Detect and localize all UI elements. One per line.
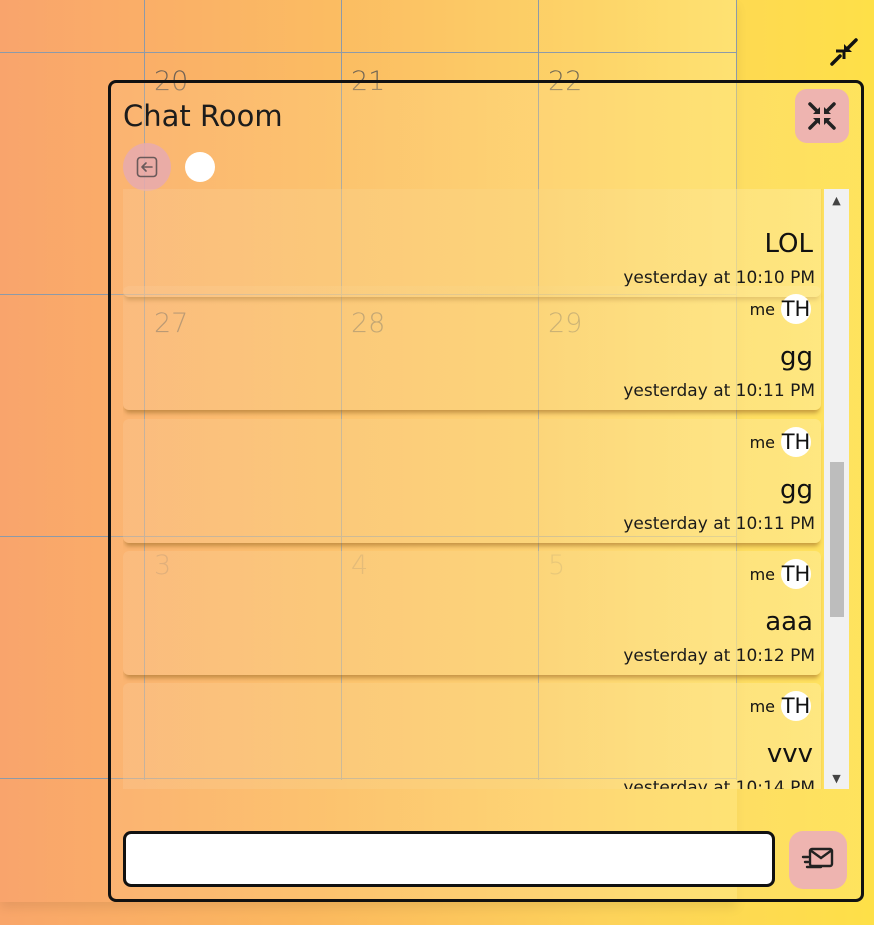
message-text: aaa xyxy=(765,607,813,637)
message-sender: me TH xyxy=(750,559,811,589)
chat-panel: Chat Room LOL yesterday at 10:10 PM me T… xyxy=(108,80,864,902)
message-list[interactable]: LOL yesterday at 10:10 PM me TH gg yeste… xyxy=(123,189,833,789)
message-input[interactable] xyxy=(123,831,775,887)
message-sender: me TH xyxy=(750,427,811,457)
message-item: me TH gg yesterday at 10:11 PM xyxy=(123,419,821,543)
collapse-button[interactable] xyxy=(826,34,862,70)
sender-name: me xyxy=(749,564,775,584)
message-sender: me TH xyxy=(750,294,811,324)
scroll-up-arrow-icon[interactable]: ▲ xyxy=(824,189,849,211)
message-time: yesterday at 10:11 PM xyxy=(623,381,815,401)
message-text: LOL xyxy=(764,229,813,259)
avatar: TH xyxy=(781,691,811,721)
message-sender: me TH xyxy=(750,691,811,721)
minimize-chat-button[interactable] xyxy=(795,89,849,143)
collapse-icon xyxy=(830,38,858,66)
message-time: yesterday at 10:14 PM xyxy=(623,778,815,789)
back-button[interactable] xyxy=(123,143,171,191)
scroll-thumb[interactable] xyxy=(830,462,844,617)
send-mail-icon xyxy=(801,847,834,869)
message-text: vvv xyxy=(766,739,813,769)
message-time: yesterday at 10:10 PM xyxy=(623,268,815,288)
avatar: TH xyxy=(781,427,811,457)
send-button[interactable] xyxy=(789,831,847,889)
chat-title: Chat Room xyxy=(123,99,283,133)
sender-name: me xyxy=(749,696,775,716)
message-item: LOL yesterday at 10:10 PM xyxy=(123,189,821,297)
grid-line xyxy=(0,52,737,53)
message-text: gg xyxy=(779,475,813,505)
avatar: TH xyxy=(781,294,811,324)
sender-name: me xyxy=(749,432,775,452)
minimize-icon xyxy=(808,102,836,130)
message-item: me TH vvv yesterday at 10:14 PM xyxy=(123,683,821,789)
message-time: yesterday at 10:11 PM xyxy=(623,514,815,534)
sender-name: me xyxy=(749,299,775,319)
avatar: TH xyxy=(781,559,811,589)
status-indicator xyxy=(185,152,215,182)
scroll-down-arrow-icon[interactable]: ▼ xyxy=(824,767,849,789)
back-arrow-icon xyxy=(136,156,158,178)
message-item: me TH gg yesterday at 10:11 PM xyxy=(123,286,821,410)
message-text: gg xyxy=(779,342,813,372)
message-scrollbar[interactable]: ▲ ▼ xyxy=(824,189,849,789)
message-time: yesterday at 10:12 PM xyxy=(623,646,815,666)
message-item: me TH aaa yesterday at 10:12 PM xyxy=(123,551,821,675)
